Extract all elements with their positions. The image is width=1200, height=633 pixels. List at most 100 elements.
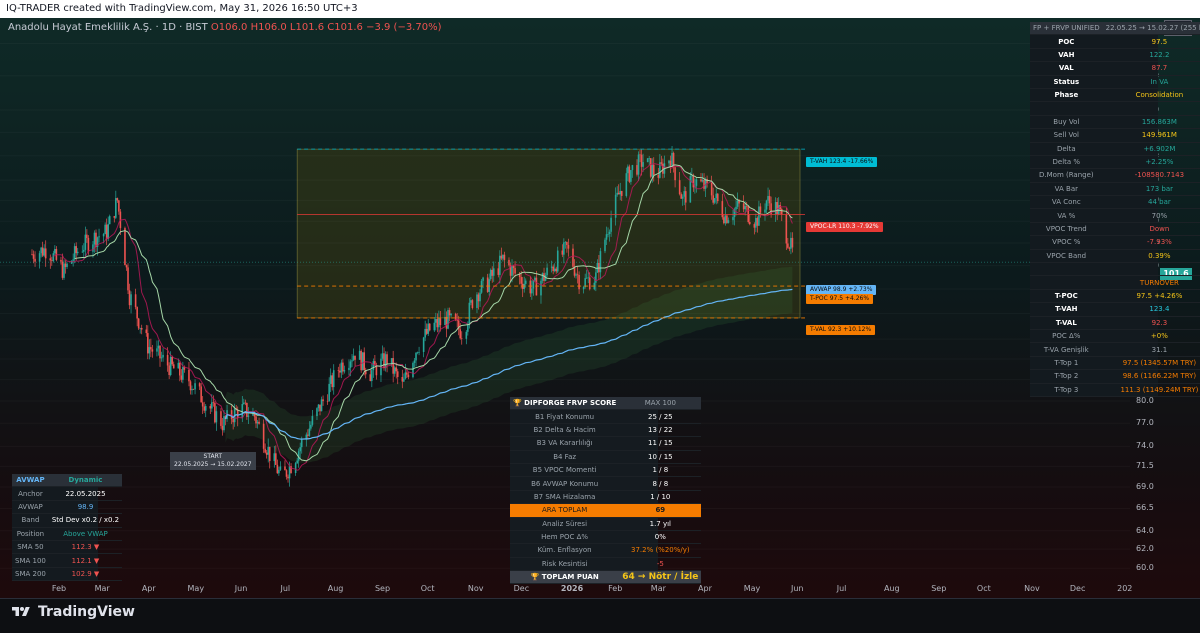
candle-body	[637, 154, 640, 175]
candle-body	[553, 268, 556, 271]
candle-body	[76, 251, 79, 254]
candle-body	[212, 402, 215, 404]
candle-body	[360, 350, 362, 371]
candle-body	[307, 434, 309, 436]
candle-body	[310, 424, 312, 429]
frvp-key: T-Top 1	[1030, 356, 1103, 371]
candle-body	[657, 174, 660, 178]
candle-body	[87, 237, 90, 252]
candle-body	[38, 253, 41, 262]
frvp-row: T-Top 3 111.3 (1149.24M TRY)	[1030, 383, 1200, 397]
x-tick-label: Mar	[94, 584, 110, 593]
candle-body	[279, 466, 282, 470]
candle-body	[413, 360, 416, 363]
candle-body	[764, 209, 766, 213]
frvp-row: Phase Consolidation	[1030, 88, 1200, 103]
frvp-row: T-VA Genişlik 31.1	[1030, 342, 1200, 357]
candle-body	[105, 224, 108, 240]
x-tick-label: May	[187, 584, 205, 593]
x-tick-label: 2026	[560, 584, 584, 593]
candle-body	[550, 266, 553, 268]
candle-body	[477, 294, 480, 302]
candle-body	[546, 267, 548, 276]
candle-body	[596, 262, 599, 273]
candle-body	[128, 290, 131, 306]
x-tick-label: Jul	[280, 584, 291, 593]
score-header-row: 🏆 DIPFORGE FRVP SCORE MAX 100	[510, 397, 702, 411]
candle-body	[326, 401, 329, 402]
candle-body	[268, 446, 271, 462]
avwap-title: AVWAP	[12, 474, 49, 488]
frvp-row: TURNOVER	[1030, 275, 1200, 290]
frvp-value: 44 bar	[1102, 195, 1200, 210]
candle-body	[81, 251, 84, 253]
candle-body	[337, 370, 340, 371]
candle-body	[636, 165, 638, 175]
avwap-key: Anchor	[12, 486, 49, 501]
frvp-row: T-Top 1 97.5 (1345.57M TRY)	[1030, 356, 1200, 371]
frvp-value: +6.902M	[1102, 142, 1200, 156]
candle-body	[489, 269, 492, 280]
candle-body	[406, 372, 408, 375]
candle-body	[49, 258, 52, 261]
candle-body	[358, 350, 361, 360]
candle-body	[384, 354, 387, 369]
candle-body	[791, 237, 794, 248]
candle-body	[668, 160, 670, 164]
candle-body	[649, 158, 652, 177]
candle-body	[575, 274, 577, 276]
candle-body	[512, 265, 515, 269]
candle-body	[619, 190, 622, 195]
frvp-row: T-VAL 92.3	[1030, 316, 1200, 330]
frvp-row: VA % 70%	[1030, 208, 1200, 223]
frvp-value: 149.961M	[1102, 128, 1200, 143]
avwap-value: 22.05.2025	[48, 486, 123, 501]
candle-body	[585, 277, 588, 279]
candle-body	[407, 374, 410, 378]
candle-body	[285, 470, 288, 477]
tradingview-logo-text: TradingView	[38, 604, 135, 620]
candle-body	[108, 216, 111, 225]
symbol-ohlc: O106.0 H106.0 L101.6 C101.6 −3.9 (−3.70%…	[210, 22, 442, 33]
y-tick-label: 66.5	[1136, 503, 1154, 513]
candle-body	[695, 179, 698, 186]
frvp-row: VAH 122.2	[1030, 48, 1200, 63]
score-row: B5 VPOC Momenti 1 / 8	[510, 463, 702, 478]
score-key: B1 Fiyat Konumu	[510, 409, 620, 424]
candle-body	[445, 316, 448, 329]
candle-body	[311, 416, 314, 425]
candle-body	[127, 267, 129, 291]
avwap-row: SMA 200 102.9 ▼	[12, 567, 123, 582]
candle-body	[790, 237, 792, 249]
candle-body	[428, 323, 431, 331]
candle-body	[703, 180, 705, 189]
candle-body	[535, 277, 538, 296]
score-extra-key: Hem POC Δ%	[510, 530, 620, 545]
candle-body	[118, 200, 120, 212]
candle-body	[460, 338, 463, 339]
candle-body	[433, 322, 436, 331]
candle-body	[681, 196, 684, 199]
candle-body	[159, 345, 161, 359]
candle-body	[160, 357, 163, 359]
score-subtotal-value: 69	[619, 503, 702, 518]
candle-body	[599, 251, 602, 273]
candle-body	[424, 328, 426, 338]
tradingview-logo[interactable]: TradingView	[10, 604, 135, 620]
score-extra-value: 1.7 yıl	[619, 517, 702, 531]
candle-body	[215, 411, 218, 423]
candle-body	[642, 162, 644, 167]
candle-body	[780, 209, 783, 215]
score-subtotal-row: ARA TOPLAM 69	[510, 503, 702, 518]
y-tick-label: 69.0	[1136, 482, 1154, 491]
candle-body	[340, 362, 343, 373]
candle-body	[710, 182, 713, 196]
candle-body	[60, 259, 62, 262]
frvp-row: Buy Vol 156.863M	[1030, 115, 1200, 130]
score-extra-row: Hem POC Δ% 0%	[510, 530, 702, 545]
candle-body	[630, 170, 632, 182]
candle-body	[258, 421, 260, 424]
candle-body	[204, 406, 207, 411]
score-value: 13 / 22	[619, 423, 702, 438]
candle-body	[72, 259, 74, 261]
